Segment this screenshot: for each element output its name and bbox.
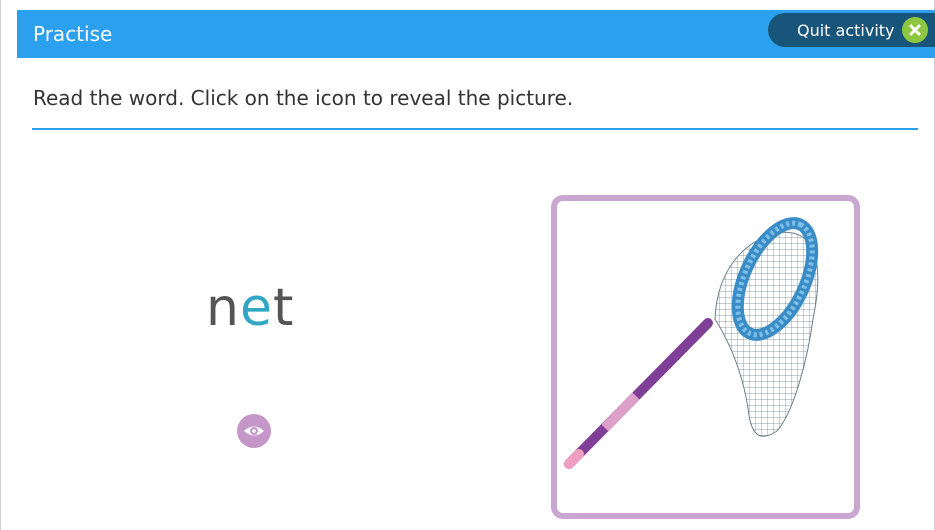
net-illustration: [564, 217, 819, 469]
quit-activity-label: Quit activity: [797, 20, 895, 40]
word-vowel: e: [239, 278, 273, 338]
picture-frame: [551, 195, 860, 519]
header-bar: Practise Quit activity: [17, 10, 935, 58]
close-icon: [902, 17, 928, 43]
word-coda: t: [272, 278, 295, 338]
instruction-text: Read the word. Click on the icon to reve…: [33, 86, 574, 110]
word-onset: n: [206, 278, 240, 338]
activity-frame: Practise Quit activity Read the word. Cl…: [0, 0, 935, 530]
divider: [32, 128, 918, 130]
page-title: Practise: [33, 22, 113, 46]
eye-icon: [244, 426, 264, 436]
quit-activity-button[interactable]: Quit activity: [768, 13, 935, 47]
target-word: net: [206, 278, 294, 338]
reveal-picture-button[interactable]: [237, 414, 271, 448]
